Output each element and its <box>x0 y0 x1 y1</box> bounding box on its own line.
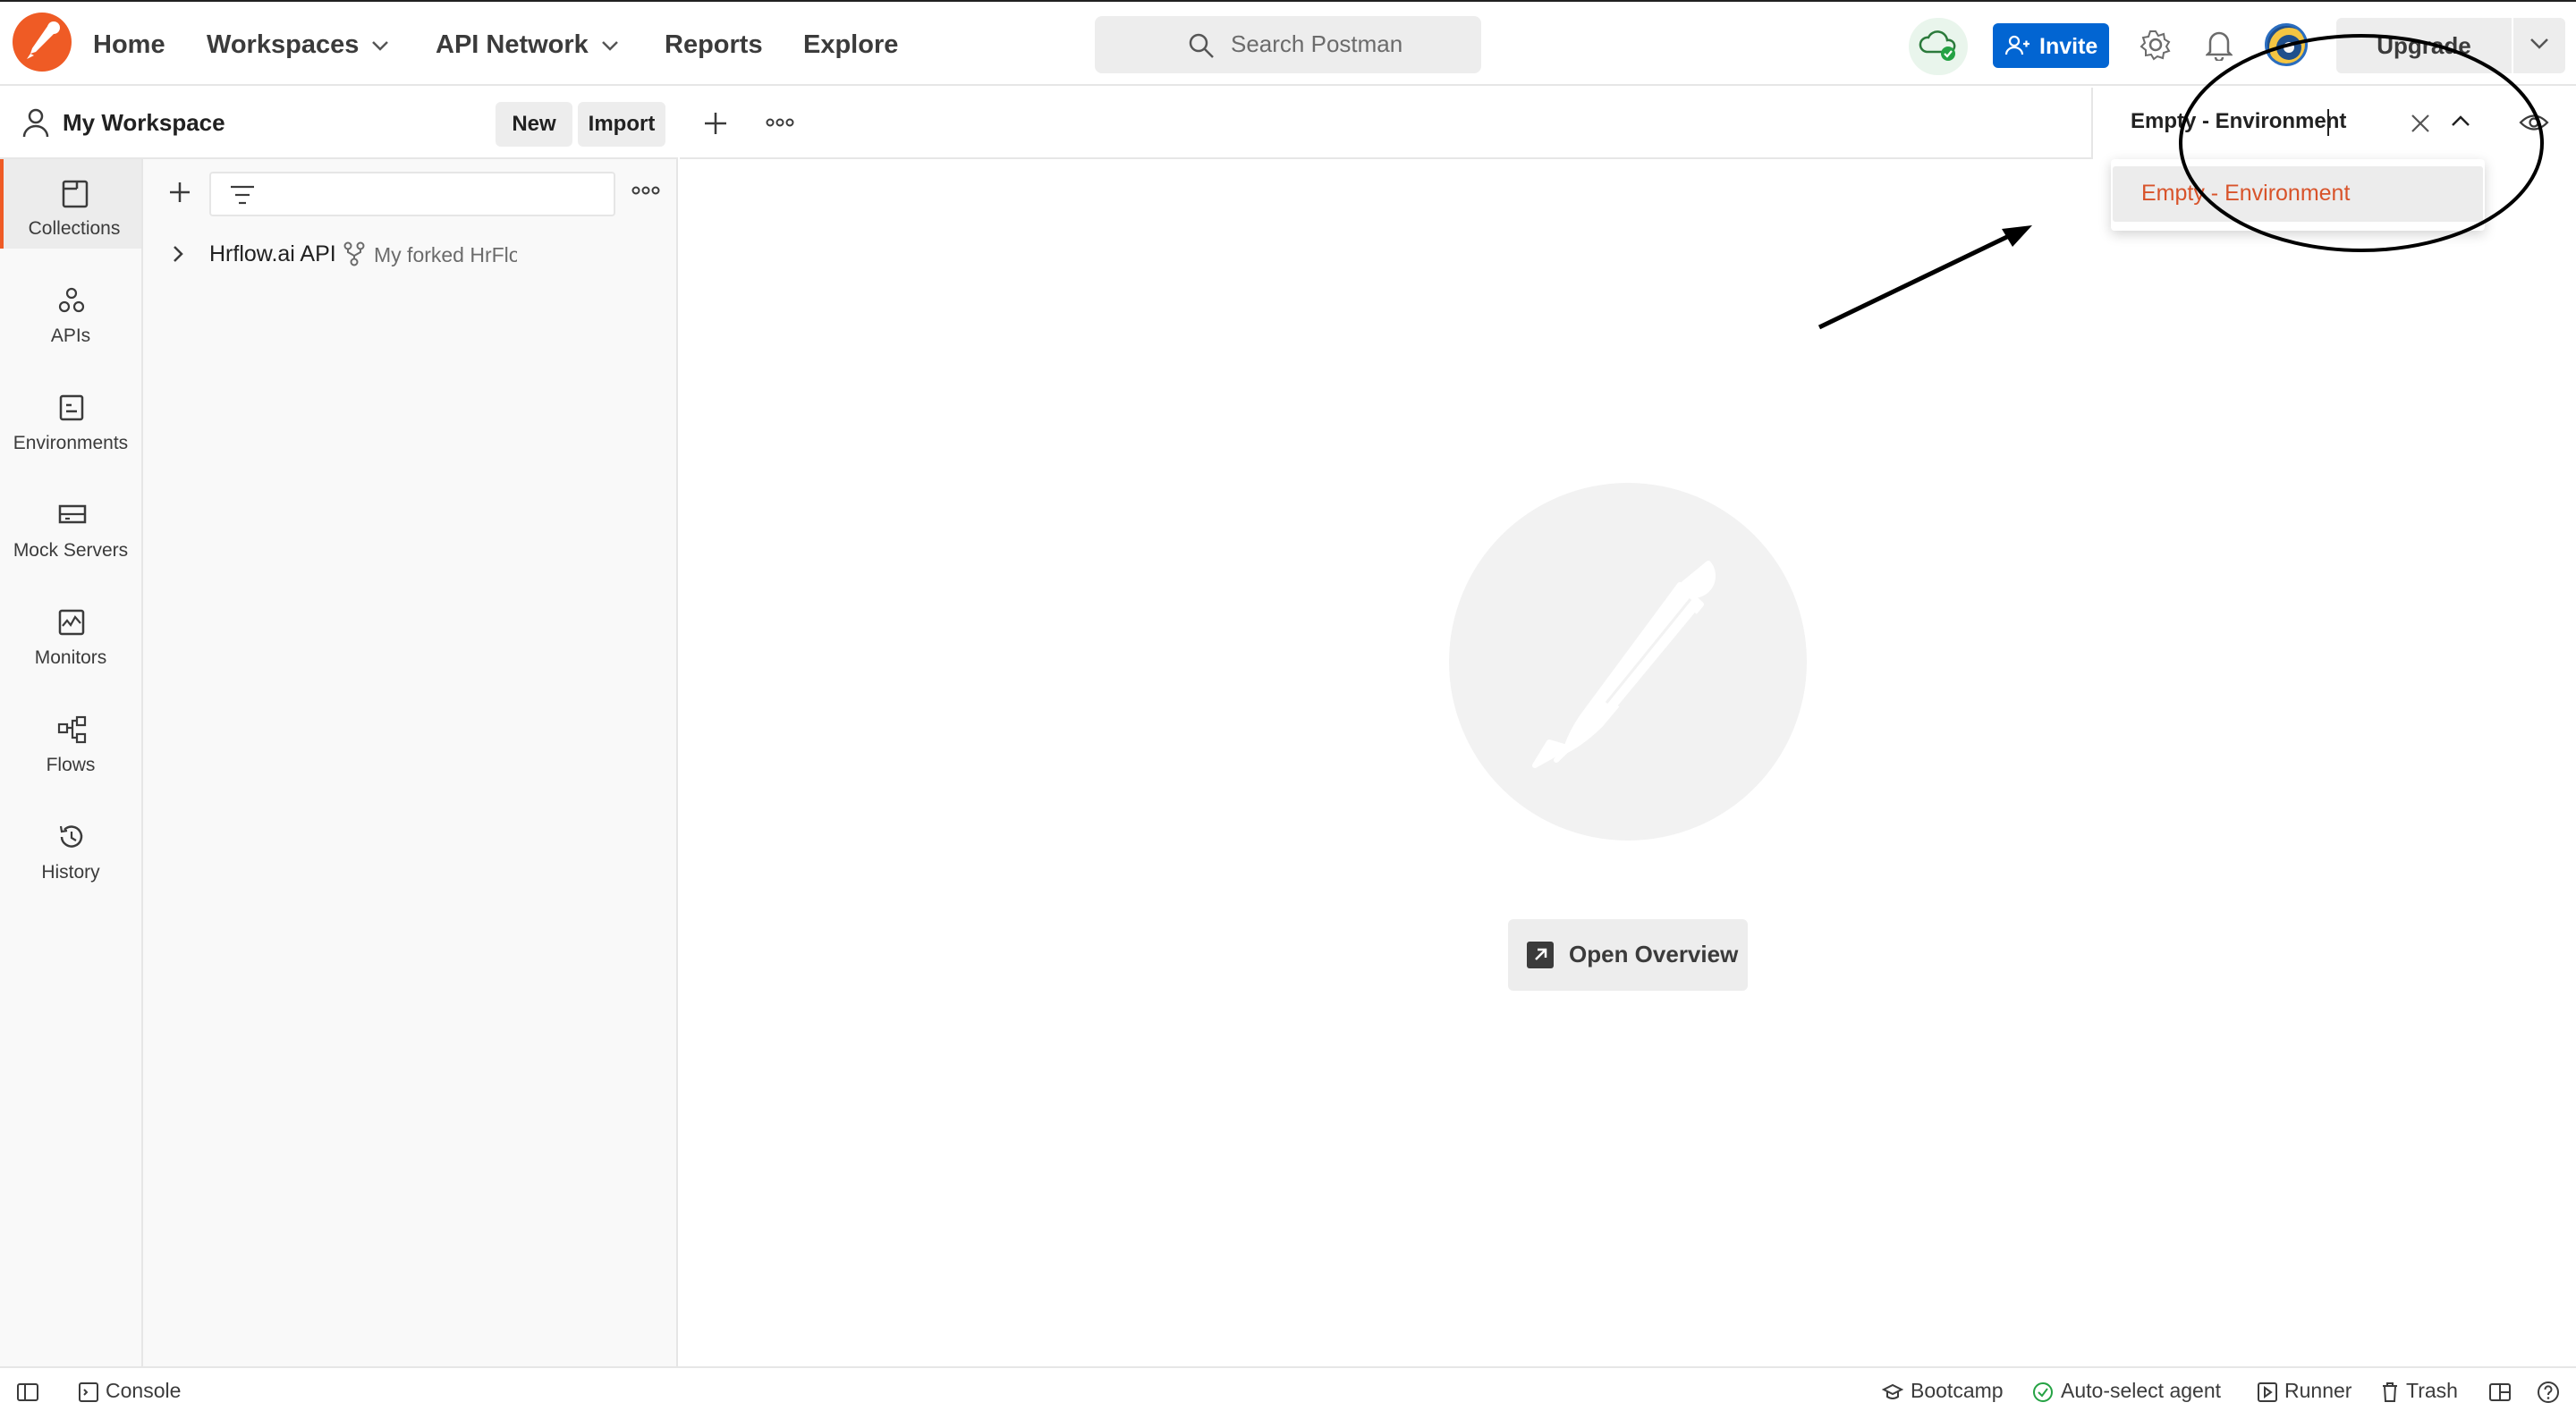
trash-button[interactable]: Trash <box>2381 1379 2458 1403</box>
nav-home[interactable]: Home <box>93 25 165 64</box>
environment-option[interactable]: Empty - Environment <box>2113 166 2483 222</box>
nav-reports[interactable]: Reports <box>665 25 763 64</box>
collections-icon <box>62 180 89 208</box>
console-button[interactable]: Console <box>79 1379 181 1403</box>
avatar[interactable] <box>2265 23 2308 66</box>
cloud-sync-icon[interactable] <box>1909 18 1968 75</box>
user-icon <box>22 108 49 138</box>
mock-servers-icon <box>58 504 87 524</box>
invite-label: Invite <box>2039 34 2098 59</box>
auto-select-agent-label: Auto-select agent <box>2061 1379 2222 1402</box>
import-button[interactable]: Import <box>578 102 665 147</box>
sidebar-item-label: Flows <box>46 755 96 775</box>
annotation-arrow-head <box>2002 225 2032 247</box>
help-icon[interactable] <box>2537 1379 2567 1404</box>
text-cursor <box>2327 109 2329 136</box>
sidebar-icon-rail: Collections APIs Environments Mock Serve… <box>0 159 143 1366</box>
console-label: Console <box>106 1379 182 1402</box>
annotation-arrow-line <box>1818 232 2014 330</box>
environment-option-label: Empty - Environment <box>2141 181 2351 206</box>
open-overview-button[interactable]: Open Overview <box>1508 919 1748 991</box>
collection-fork-label: My forked HrFlow.a <box>374 243 517 266</box>
sidebar-item-label: APIs <box>50 325 91 346</box>
upgrade-menu-button[interactable] <box>2513 18 2565 73</box>
eye-icon[interactable] <box>2519 113 2549 132</box>
chevron-right-icon[interactable] <box>172 245 184 263</box>
sidebar-item-environments[interactable]: Environments <box>0 374 141 463</box>
sidebar-item-flows[interactable]: Flows <box>0 696 141 785</box>
nav-workspaces[interactable]: Workspaces <box>207 25 389 64</box>
upgrade-button[interactable]: Upgrade <box>2336 18 2512 73</box>
chevron-down-icon <box>2530 38 2548 49</box>
postman-astronaut-illustration <box>1449 483 1807 841</box>
environment-selector[interactable]: Empty - Environment <box>2091 88 2576 159</box>
flows-icon <box>57 715 87 744</box>
close-icon[interactable] <box>2410 113 2431 134</box>
postman-logo-icon[interactable] <box>13 13 72 72</box>
nav-api-network-label: API Network <box>436 30 589 59</box>
console-icon <box>79 1381 98 1402</box>
workspace-name[interactable]: My Workspace <box>63 109 225 137</box>
bootcamp-button[interactable]: Bootcamp <box>1881 1379 2004 1403</box>
two-pane-icon[interactable] <box>2488 1379 2519 1403</box>
trash-icon <box>2383 1381 2397 1402</box>
collection-name: Hrflow.ai API <box>209 241 336 266</box>
nav-explore[interactable]: Explore <box>803 25 898 64</box>
runner-icon <box>2258 1381 2277 1402</box>
more-options-icon[interactable] <box>631 186 660 195</box>
bootcamp-icon <box>1881 1383 1904 1399</box>
chevron-down-icon <box>372 41 389 52</box>
sidebar-item-mock-servers[interactable]: Mock Servers <box>0 481 141 570</box>
search-placeholder: Search Postman <box>1231 30 1403 57</box>
sidebar-item-label: Environments <box>13 433 129 453</box>
auto-select-agent-button[interactable]: Auto-select agent <box>2032 1379 2221 1403</box>
history-icon <box>59 825 83 848</box>
sidebar-item-label: Collections <box>28 218 121 239</box>
open-external-icon <box>1527 942 1554 968</box>
global-search[interactable]: Search Postman <box>1095 16 1481 73</box>
chevron-up-icon[interactable] <box>2451 114 2470 127</box>
new-tab-icon[interactable] <box>703 111 728 136</box>
collections-filter-input[interactable] <box>209 172 615 216</box>
open-overview-label: Open Overview <box>1569 941 1739 967</box>
status-bar: Console Bootcamp Auto-select agent Runne… <box>0 1366 2576 1411</box>
search-icon <box>1189 33 1214 58</box>
fork-icon <box>343 241 365 266</box>
nav-workspaces-label: Workspaces <box>207 30 360 59</box>
add-user-icon <box>2005 35 2029 55</box>
add-collection-icon[interactable] <box>168 181 191 204</box>
bootcamp-label: Bootcamp <box>1911 1379 2004 1402</box>
sidebar-item-history[interactable]: History <box>0 803 141 892</box>
sidebar-item-label: History <box>41 862 100 883</box>
sidebar-item-apis[interactable]: APIs <box>0 266 141 356</box>
environment-input[interactable]: Empty - Environment <box>2131 109 2346 134</box>
settings-icon[interactable] <box>2140 29 2172 61</box>
check-circle-icon <box>2033 1381 2053 1402</box>
more-options-icon[interactable] <box>766 118 794 127</box>
collection-item[interactable]: Hrflow.ai API My forked HrFlow.a <box>143 229 676 279</box>
sidebar-item-monitors[interactable]: Monitors <box>0 588 141 678</box>
sidebar-item-collections[interactable]: Collections <box>0 159 141 249</box>
sidebar-item-label: Monitors <box>34 647 107 668</box>
collections-panel: Hrflow.ai API My forked HrFlow.a <box>143 159 678 1366</box>
new-button[interactable]: New <box>496 102 572 147</box>
chevron-down-icon <box>601 41 618 52</box>
invite-button[interactable]: Invite <box>1993 23 2109 68</box>
runner-button[interactable]: Runner <box>2258 1379 2351 1403</box>
toggle-sidebar-icon[interactable] <box>16 1379 47 1403</box>
apis-icon <box>58 287 85 313</box>
trash-label: Trash <box>2406 1379 2458 1402</box>
runner-label: Runner <box>2284 1379 2352 1402</box>
sidebar-item-label: Mock Servers <box>13 540 129 561</box>
environments-icon <box>59 394 84 421</box>
workspace-header: My Workspace New Import <box>0 88 678 159</box>
monitors-icon <box>58 609 85 636</box>
filter-icon <box>231 185 254 205</box>
top-header: Home Workspaces API Network Reports Expl… <box>0 0 2576 86</box>
bell-icon[interactable] <box>2206 29 2233 61</box>
nav-api-network[interactable]: API Network <box>436 25 619 64</box>
